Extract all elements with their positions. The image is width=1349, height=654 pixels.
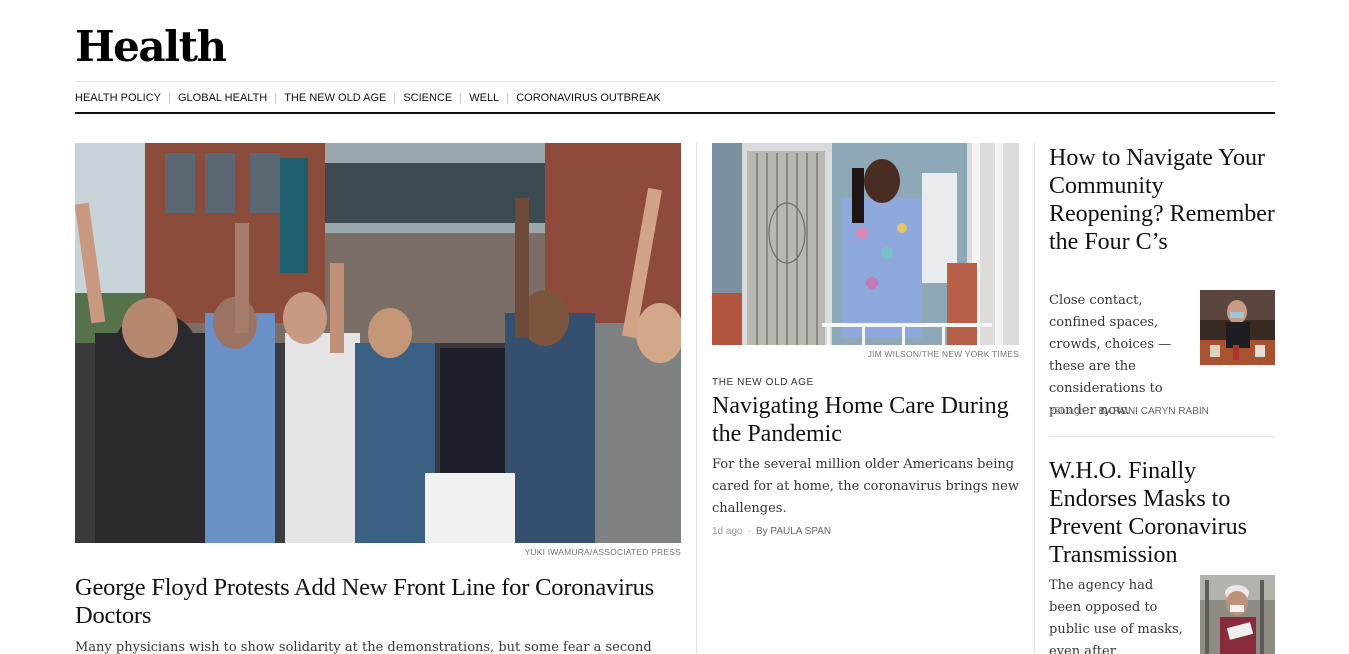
right-story-1-byline: 22h ago · By RONI CARYN RABIN bbox=[1049, 406, 1209, 417]
lead-story-photo[interactable] bbox=[75, 143, 681, 543]
right-story-1-author[interactable]: By RONI CARYN RABIN bbox=[1099, 406, 1209, 417]
column-divider bbox=[1034, 143, 1035, 654]
subnav-bottom-rule bbox=[75, 112, 1275, 114]
lead-headline[interactable]: George Floyd Protests Add New Front Line… bbox=[75, 574, 696, 630]
right-story-1-summary: Close contact, confined spaces, crowds, … bbox=[1049, 290, 1275, 418]
right-story-2-summary: The agency had been opposed to public us… bbox=[1049, 578, 1183, 654]
middle-headline[interactable]: Navigating Home Care During the Pandemic bbox=[712, 392, 1012, 448]
middle-photo-credit: JIM WILSON/THE NEW YORK TIMES bbox=[867, 349, 1019, 359]
subnav-separator bbox=[394, 92, 396, 104]
protest-photo-image bbox=[75, 143, 681, 543]
middle-byline: 1d ago · By PAULA SPAN bbox=[712, 526, 831, 537]
subnav-separator bbox=[275, 92, 277, 104]
right-story-2-headline[interactable]: W.H.O. Finally Endorses Masks to Prevent… bbox=[1049, 457, 1275, 569]
right-story-2-thumbnail[interactable] bbox=[1200, 575, 1275, 654]
right-story-1-summary-text: Close contact, confined spaces, crowds, … bbox=[1049, 293, 1172, 418]
home-care-photo-image bbox=[712, 143, 1019, 345]
right-story-1-headline[interactable]: How to Navigate Your Community Reopening… bbox=[1049, 144, 1275, 256]
byline-dot: · bbox=[747, 526, 751, 537]
subnav-new-old-age[interactable]: THE NEW OLD AGE bbox=[284, 92, 386, 104]
mask-worker-photo-image bbox=[1200, 575, 1275, 654]
section-subnav: HEALTH POLICY GLOBAL HEALTH THE NEW OLD … bbox=[75, 90, 661, 106]
section-title[interactable]: Health bbox=[75, 22, 227, 72]
middle-author[interactable]: By PAULA SPAN bbox=[756, 526, 831, 537]
column-divider bbox=[696, 143, 697, 654]
middle-kicker[interactable]: THE NEW OLD AGE bbox=[712, 377, 814, 388]
subnav-coronavirus-outbreak[interactable]: CORONAVIRUS OUTBREAK bbox=[516, 92, 661, 104]
lead-photo-credit: YUKI IWAMURA/ASSOCIATED PRESS bbox=[524, 547, 681, 557]
right-story-1-timestamp: 22h ago bbox=[1049, 406, 1086, 417]
subnav-separator bbox=[507, 92, 509, 104]
middle-timestamp: 1d ago bbox=[712, 526, 743, 537]
subnav-separator bbox=[169, 92, 170, 104]
byline-dot: · bbox=[1090, 406, 1094, 417]
middle-summary: For the several million older Americans … bbox=[712, 457, 1019, 516]
subnav-global-health[interactable]: GLOBAL HEALTH bbox=[178, 92, 267, 104]
middle-story-photo[interactable] bbox=[712, 143, 1019, 345]
subnav-science[interactable]: SCIENCE bbox=[403, 92, 452, 104]
header-divider bbox=[75, 81, 1275, 82]
right-story-divider bbox=[1049, 436, 1275, 437]
subnav-well[interactable]: WELL bbox=[469, 92, 499, 104]
lead-summary: Many physicians wish to show solidarity … bbox=[75, 640, 652, 654]
subnav-health-policy[interactable]: HEALTH POLICY bbox=[75, 92, 161, 104]
subnav-separator bbox=[460, 92, 462, 104]
